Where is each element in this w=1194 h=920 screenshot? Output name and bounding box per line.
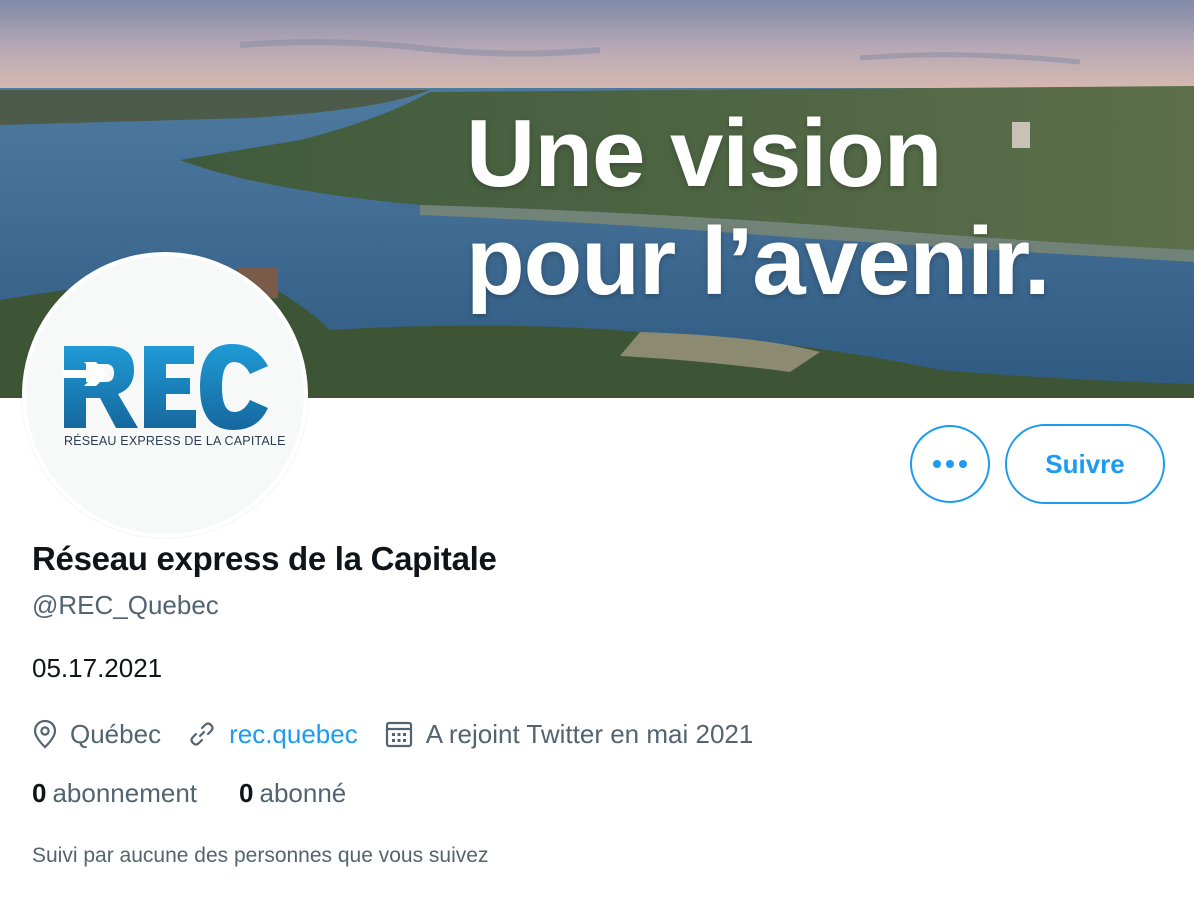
location-item: Québec — [32, 719, 161, 750]
followers-label: abonné — [259, 778, 347, 808]
follow-button[interactable]: Suivre — [1005, 424, 1165, 504]
more-horizontal-icon — [933, 460, 967, 468]
profile-bio: 05.17.2021 — [32, 653, 163, 683]
display-name: Réseau express de la Capitale — [32, 540, 497, 577]
location-text: Québec — [70, 718, 162, 749]
profile-page: Une vision pour l’avenir. RÉSEAU EXPRESS… — [0, 0, 1194, 920]
banner-headline-line1: Une vision — [466, 100, 942, 207]
followed-by-text: Suivi par aucune des personnes que vous … — [32, 844, 489, 867]
following-label: abonnement — [52, 778, 198, 808]
profile-meta: Québec rec.quebec A rejoint Twitter en m… — [32, 714, 779, 754]
website-item: rec.quebec — [187, 719, 358, 750]
followers-count: 0 — [239, 778, 254, 808]
location-pin-icon — [32, 719, 58, 749]
followers-count-link[interactable]: 0 abonné — [239, 778, 346, 809]
profile-avatar[interactable]: RÉSEAU EXPRESS DE LA CAPITALE — [22, 252, 308, 538]
link-icon — [187, 719, 217, 749]
follow-counts: 0 abonnement 0 abonné — [32, 778, 388, 809]
joined-item: A rejoint Twitter en mai 2021 — [384, 718, 754, 750]
joined-text: A rejoint Twitter en mai 2021 — [425, 718, 754, 749]
banner-headline-line2: pour l’avenir. — [466, 208, 1051, 315]
banner-headline: Une vision pour l’avenir. — [466, 100, 1051, 316]
profile-handle: @REC_Quebec — [32, 590, 219, 620]
website-link[interactable]: rec.quebec — [229, 719, 358, 750]
rec-logo-icon — [62, 344, 268, 430]
following-count: 0 — [32, 778, 47, 808]
rec-logo-tagline: RÉSEAU EXPRESS DE LA CAPITALE — [64, 434, 286, 448]
more-options-button[interactable] — [910, 425, 990, 503]
calendar-icon — [384, 719, 414, 749]
following-count-link[interactable]: 0 abonnement — [32, 778, 197, 809]
